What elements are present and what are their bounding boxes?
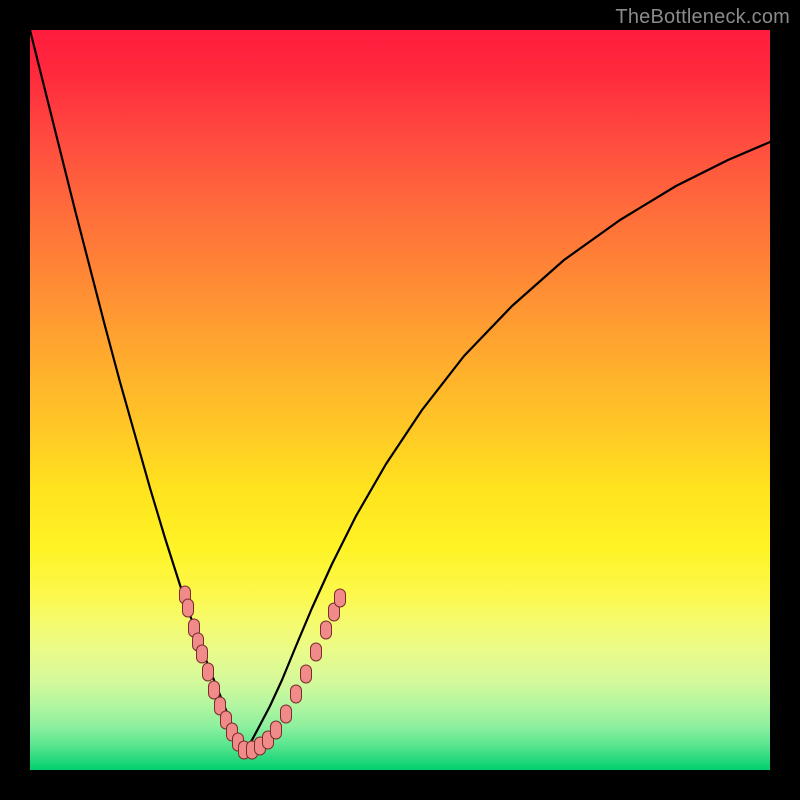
curve-marker [271, 721, 282, 739]
marker-group [180, 586, 346, 759]
curve-marker [281, 705, 292, 723]
plot-area [30, 30, 770, 770]
bottleneck-curve [30, 30, 770, 752]
chart-svg [30, 30, 770, 770]
curve-group [30, 30, 770, 752]
watermark-text: TheBottleneck.com [615, 6, 790, 29]
curve-marker [203, 663, 214, 681]
curve-marker [311, 643, 322, 661]
curve-marker [321, 621, 332, 639]
curve-marker [301, 665, 312, 683]
curve-marker [197, 645, 208, 663]
curve-marker [183, 599, 194, 617]
chart-frame: TheBottleneck.com [0, 0, 800, 800]
curve-marker [209, 681, 220, 699]
curve-marker [291, 685, 302, 703]
curve-marker [335, 589, 346, 607]
